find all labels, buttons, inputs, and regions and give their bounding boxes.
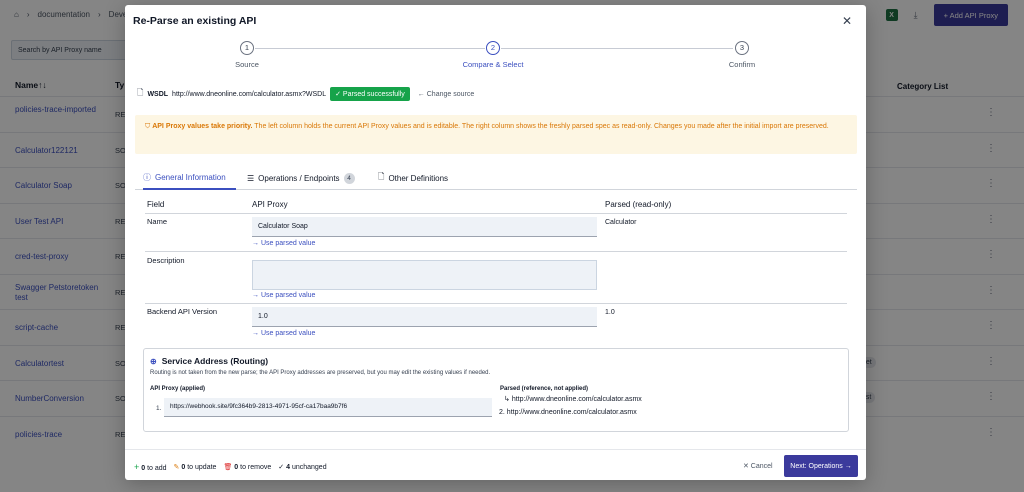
plus-icon: + bbox=[134, 462, 140, 472]
parsed-status-badge: ✓ Parsed successfully bbox=[330, 87, 410, 101]
step-source[interactable]: 1 Source bbox=[217, 41, 277, 69]
tab-label: General Information bbox=[155, 172, 226, 182]
service-address-title: ⊕ Service Address (Routing) bbox=[150, 356, 268, 366]
reference-url: http://www.dneonline.com/calculator.asmx bbox=[511, 396, 642, 403]
to-remove-count: 0 bbox=[234, 464, 239, 471]
step-number: 2 bbox=[486, 41, 500, 55]
priority-warning: ⛉ API Proxy values take priority. The le… bbox=[135, 115, 857, 154]
use-parsed-backend-version-link[interactable]: → Use parsed value bbox=[252, 330, 315, 337]
tab-label: Operations / Endpoints bbox=[258, 173, 340, 183]
to-add-label: to add bbox=[147, 465, 167, 472]
tab-label: Other Definitions bbox=[388, 173, 449, 183]
source-summary: 🗋 WSDL http://www.dneonline.com/calculat… bbox=[137, 87, 474, 101]
to-add-summary: + 0 to add bbox=[134, 462, 167, 472]
change-summary: + 0 to add ✎ 0 to update 🗑 0 to remove ✓… bbox=[134, 462, 327, 472]
divider bbox=[145, 251, 847, 252]
use-parsed-description-link[interactable]: → Use parsed value bbox=[252, 292, 315, 299]
next-operations-button[interactable]: Next: Operations → bbox=[784, 455, 858, 477]
service-address-note: Routing is not taken from the new parse;… bbox=[150, 370, 491, 376]
warning-bold: API Proxy values take priority. bbox=[152, 123, 253, 130]
close-icon[interactable]: ✕ bbox=[842, 14, 852, 28]
column-header-reference: Parsed (reference, not applied) bbox=[500, 386, 589, 392]
warning-text: The left column holds the current API Pr… bbox=[252, 123, 829, 130]
source-kind: WSDL bbox=[147, 90, 169, 98]
unchanged-label: unchanged bbox=[291, 464, 327, 471]
backend-version-input[interactable]: 1.0 bbox=[252, 307, 597, 327]
name-input[interactable]: Calculator Soap bbox=[252, 217, 597, 237]
document-icon: 🗋 bbox=[378, 172, 385, 181]
reference-url: http://www.dneonline.com/calculator.asmx bbox=[506, 409, 637, 416]
parsed-backend-version-value: 1.0 bbox=[605, 309, 615, 316]
trash-icon: 🗑 bbox=[223, 464, 233, 471]
step-label: Source bbox=[235, 60, 259, 69]
step-label: Compare & Select bbox=[462, 60, 524, 69]
step-number: 3 bbox=[735, 41, 749, 55]
field-label-description: Description bbox=[147, 256, 185, 265]
modal-title: Re-Parse an existing API bbox=[133, 15, 257, 27]
info-icon: ⓘ bbox=[143, 172, 151, 182]
applied-index: 1. bbox=[156, 405, 162, 412]
column-header-parsed: Parsed (read-only) bbox=[605, 200, 672, 209]
reference-address: 2. http://www.dneonline.com/calculator.a… bbox=[499, 409, 637, 416]
document-icon: 🗋 bbox=[137, 88, 144, 97]
pencil-icon: ✎ bbox=[173, 464, 180, 471]
to-remove-label: to remove bbox=[240, 464, 272, 471]
service-address-title-label: Service Address (Routing) bbox=[161, 356, 269, 366]
field-label-name: Name bbox=[147, 217, 168, 226]
column-header-applied: API Proxy (applied) bbox=[150, 386, 206, 392]
field-label-backend-version: Backend API Version bbox=[147, 307, 218, 316]
unchanged-summary: ✓ 4 unchanged bbox=[278, 463, 326, 471]
stepper: 1 Source 2 Compare & Select 3 Confirm bbox=[125, 41, 866, 81]
cancel-button[interactable]: ✕ Cancel bbox=[743, 462, 773, 470]
divider bbox=[145, 303, 847, 304]
use-parsed-name-link[interactable]: → Use parsed value bbox=[252, 240, 315, 247]
column-header-api-proxy: API Proxy bbox=[252, 200, 288, 209]
operations-count-badge: 4 bbox=[343, 172, 355, 184]
tab-bar: ⓘ General Information ☰ Operations / End… bbox=[135, 166, 857, 190]
step-compare-select[interactable]: 2 Compare & Select bbox=[463, 41, 523, 69]
service-address-panel: ⊕ Service Address (Routing) Routing is n… bbox=[143, 348, 849, 432]
reference-address: ↳ http://www.dneonline.com/calculator.as… bbox=[504, 395, 642, 403]
step-confirm[interactable]: 3 Confirm bbox=[712, 41, 772, 69]
reference-index: 2. bbox=[499, 409, 505, 416]
unchanged-count: 4 bbox=[286, 464, 290, 471]
step-connector bbox=[255, 48, 485, 49]
parsed-name-value: Calculator bbox=[605, 219, 637, 226]
check-icon: ✓ bbox=[278, 464, 285, 471]
service-address-input[interactable]: https://webhook.site/9fc364b9-2813-4971-… bbox=[164, 398, 492, 417]
to-update-count: 0 bbox=[181, 464, 186, 471]
step-number: 1 bbox=[240, 41, 254, 55]
step-label: Confirm bbox=[728, 60, 756, 69]
tab-other-definitions[interactable]: 🗋 Other Definitions bbox=[378, 166, 448, 190]
to-remove-summary: 🗑 0 to remove bbox=[223, 463, 271, 471]
description-textarea[interactable] bbox=[252, 260, 597, 290]
to-update-label: to update bbox=[187, 464, 217, 471]
column-header-field: Field bbox=[147, 200, 165, 209]
to-add-count: 0 bbox=[141, 465, 146, 472]
tab-general-information[interactable]: ⓘ General Information bbox=[143, 166, 236, 190]
reference-index: ↳ bbox=[504, 396, 510, 403]
routing-icon: ⊕ bbox=[150, 356, 157, 366]
change-source-link[interactable]: ← Change source bbox=[418, 91, 474, 98]
list-icon: ☰ bbox=[247, 173, 255, 183]
divider bbox=[145, 213, 847, 214]
modal-footer: + 0 to add ✎ 0 to update 🗑 0 to remove ✓… bbox=[125, 449, 866, 480]
to-update-summary: ✎ 0 to update bbox=[174, 463, 217, 471]
source-url: http://www.dneonline.com/calculator.asmx… bbox=[172, 90, 327, 98]
tab-operations-endpoints[interactable]: ☰ Operations / Endpoints 4 bbox=[247, 166, 355, 190]
step-connector bbox=[501, 48, 733, 49]
reparse-modal: Re-Parse an existing API ✕ 1 Source 2 Co… bbox=[125, 5, 866, 480]
